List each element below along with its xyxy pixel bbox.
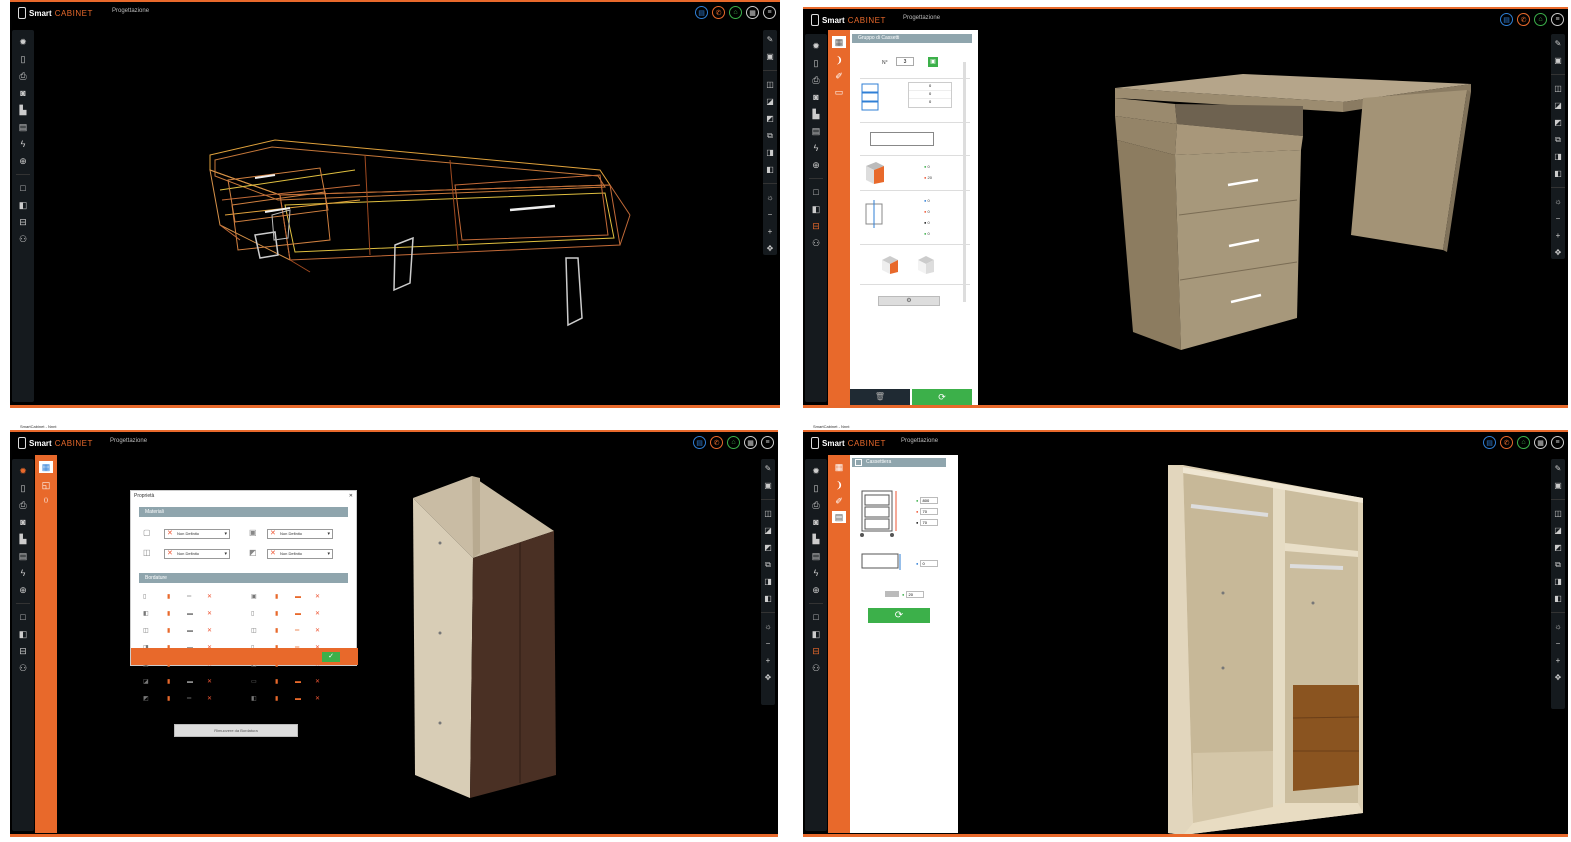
wardrobe-interior-model[interactable] — [803, 423, 1568, 837]
cube-iso-icon[interactable]: ⧉ — [1551, 559, 1565, 570]
sun-icon[interactable]: ☼ — [1551, 621, 1565, 632]
wardrobe-model[interactable] — [10, 423, 778, 837]
zoom-out-icon[interactable]: − — [761, 638, 775, 649]
cube-iso-icon[interactable]: ⧉ — [761, 559, 775, 570]
right-toolbar: ✎ ▣ ◫ ◪ ◩ ⧉ ◨ ◧ ☼ − + ✥ — [1551, 459, 1565, 709]
cube-front-icon[interactable]: ◫ — [761, 508, 775, 519]
cube-left-icon[interactable]: ◧ — [1551, 593, 1565, 604]
fx-icon[interactable]: ▣ — [761, 480, 775, 491]
cube-left-icon[interactable]: ◧ — [761, 593, 775, 604]
viewport-q2: Smart CABINET Progettazione ▤ ✆ ⌂ ≡ ✹ ▯ … — [803, 0, 1568, 408]
zoom-in-icon[interactable]: + — [761, 655, 775, 666]
viewport-q3: SmartCabinet - Nnnt Smart CABINET Proget… — [10, 423, 778, 837]
cube-top-icon[interactable]: ◩ — [761, 542, 775, 553]
divider — [1551, 499, 1565, 500]
pencil-icon[interactable]: ✎ — [1551, 463, 1565, 474]
bottom-accent — [10, 405, 780, 408]
fx-icon[interactable]: ▣ — [1551, 480, 1565, 491]
cube-back-icon[interactable]: ◨ — [761, 576, 775, 587]
divider — [761, 499, 775, 500]
move-icon[interactable]: ✥ — [1551, 672, 1565, 683]
sun-icon[interactable]: ☼ — [761, 621, 775, 632]
cube-back-icon[interactable]: ◨ — [1551, 576, 1565, 587]
desk-model[interactable] — [803, 0, 1568, 408]
bottom-accent — [10, 834, 778, 837]
cube-side-icon[interactable]: ◪ — [1551, 525, 1565, 536]
cube-front-icon[interactable]: ◫ — [1551, 508, 1565, 519]
divider — [761, 612, 775, 613]
zoom-out-icon[interactable]: − — [1551, 638, 1565, 649]
right-toolbar: ✎ ▣ ◫ ◪ ◩ ⧉ ◨ ◧ ☼ − + ✥ — [761, 459, 775, 705]
wireframe-cabinet[interactable] — [10, 0, 780, 408]
bottom-accent — [803, 405, 1568, 408]
zoom-in-icon[interactable]: + — [1551, 655, 1565, 666]
viewport-q1: Smart CABINET Progettazione ▤ ✆ ⌂ ▦ ≡ ✹ … — [10, 0, 780, 408]
bottom-accent — [803, 834, 1568, 837]
cube-top-icon[interactable]: ◩ — [1551, 542, 1565, 553]
viewport-q4: SmartCabinet - Nnnt Smart CABINET Proget… — [803, 423, 1568, 837]
move-icon[interactable]: ✥ — [761, 672, 775, 683]
divider — [1551, 612, 1565, 613]
pencil-icon[interactable]: ✎ — [761, 463, 775, 474]
cube-side-icon[interactable]: ◪ — [761, 525, 775, 536]
